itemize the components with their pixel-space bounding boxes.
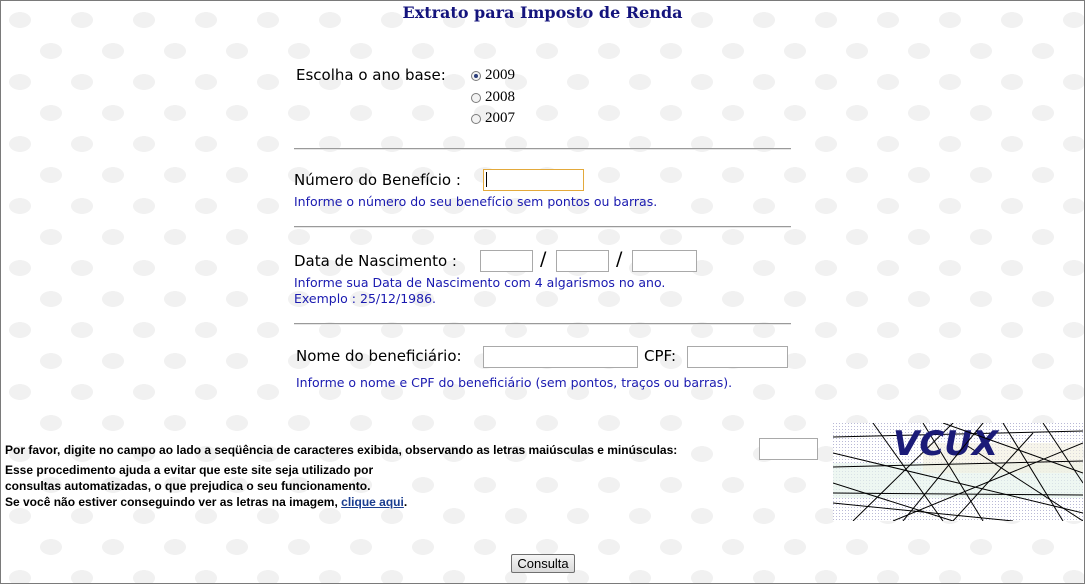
divider	[294, 226, 791, 228]
divider	[294, 323, 791, 325]
consulta-button[interactable]: Consulta	[511, 554, 575, 573]
nome-label: Nome do beneficiário:	[296, 347, 462, 365]
beneficio-input[interactable]	[483, 169, 584, 191]
divider	[294, 148, 791, 150]
nascimento-example: Exemplo : 25/12/1986.	[294, 291, 437, 306]
radio-label: 2009	[485, 67, 515, 83]
captcha-input[interactable]	[759, 438, 818, 460]
radio-2007[interactable]: 2007	[471, 110, 515, 127]
cpf-input[interactable]	[687, 346, 788, 368]
captcha-help-line: Se você não estiver conseguindo ver as l…	[5, 494, 407, 510]
cpf-label: CPF:	[644, 347, 677, 365]
nascimento-day-input[interactable]	[480, 250, 533, 272]
radio-button[interactable]	[471, 92, 481, 103]
radio-2008[interactable]: 2008	[471, 89, 515, 106]
clique-aqui-link[interactable]: clique aqui	[341, 495, 404, 509]
nascimento-month-input[interactable]	[556, 250, 609, 272]
nascimento-year-input[interactable]	[632, 250, 697, 272]
captcha-explain: consultas automatizadas, o que prejudica…	[5, 479, 371, 493]
captcha-instruction: Por favor, digite no campo ao lado a seq…	[5, 443, 678, 457]
nascimento-label: Data de Nascimento :	[294, 252, 457, 270]
beneficiario-hint: Informe o nome e CPF do beneficiário (se…	[296, 375, 733, 390]
beneficio-hint: Informe o número do seu benefício sem po…	[294, 194, 658, 209]
radio-label: 2007	[485, 110, 515, 126]
captcha-text: VCUX	[893, 424, 1000, 464]
radio-button[interactable]	[471, 113, 481, 124]
captcha-link-suffix: .	[403, 495, 408, 509]
captcha-image: VCUX	[833, 423, 1083, 521]
captcha-cant-see-text: Se você não estiver conseguindo ver as l…	[5, 495, 338, 509]
nascimento-hint: Informe sua Data de Nascimento com 4 alg…	[294, 275, 666, 290]
page-title: Extrato para Imposto de Renda	[402, 3, 683, 22]
ano-base-label: Escolha o ano base:	[296, 66, 446, 84]
radio-2009[interactable]: 2009	[471, 67, 515, 84]
radio-label: 2008	[485, 89, 515, 105]
beneficio-label: Número do Benefício :	[294, 171, 461, 189]
captcha-explain: Esse procedimento ajuda a evitar que est…	[5, 463, 374, 477]
date-separator: /	[616, 248, 623, 270]
date-separator: /	[540, 248, 547, 270]
nome-input[interactable]	[483, 346, 638, 368]
radio-button-selected[interactable]	[471, 70, 481, 81]
